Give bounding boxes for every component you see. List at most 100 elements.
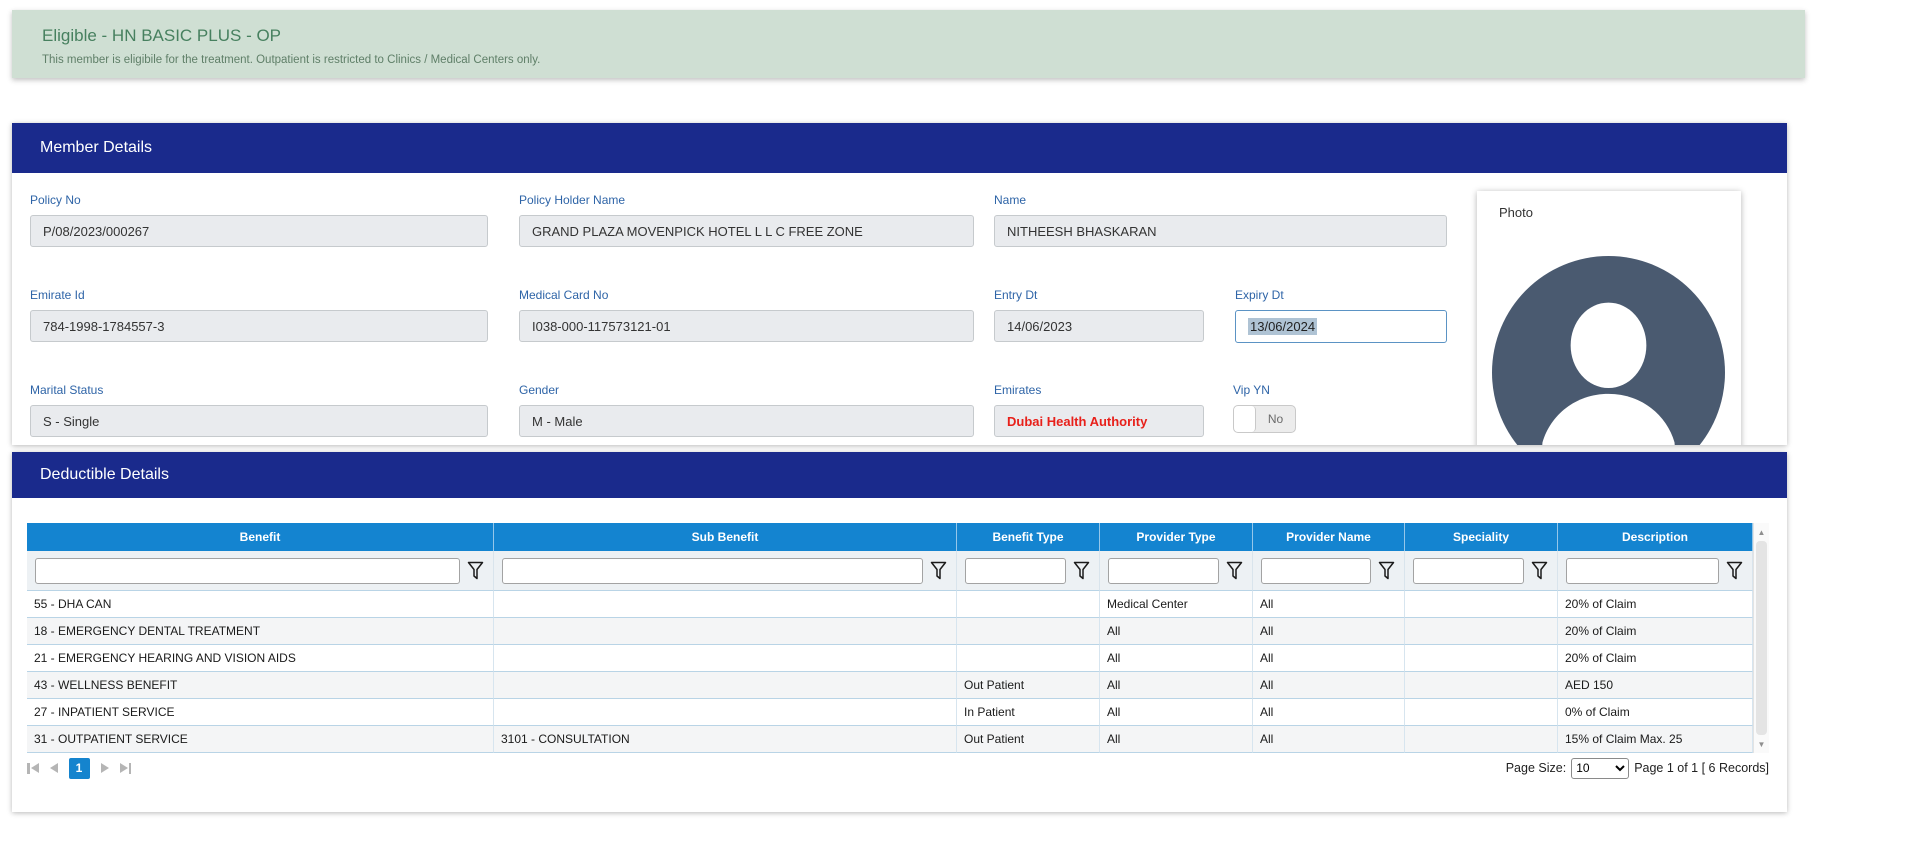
table-cell — [957, 645, 1100, 672]
expiry-dt-selected-text: 13/06/2024 — [1248, 318, 1318, 335]
page: Eligible - HN BASIC PLUS - OP This membe… — [0, 0, 1909, 858]
table-cell — [494, 618, 957, 645]
table-cell: All — [1100, 672, 1253, 699]
filter-cell-benefit-type — [957, 551, 1100, 591]
table-cell — [1405, 726, 1558, 753]
table-cell: In Patient — [957, 699, 1100, 726]
scroll-up-icon[interactable]: ▲ — [1754, 525, 1769, 539]
marital-status-field — [30, 405, 488, 437]
name-label: Name — [994, 193, 1027, 207]
table-cell: 21 - EMERGENCY HEARING AND VISION AIDS — [27, 645, 494, 672]
next-page-icon[interactable] — [100, 763, 109, 773]
table-cell — [957, 591, 1100, 618]
table-row[interactable]: 18 - EMERGENCY DENTAL TREATMENT All All 20%… — [27, 618, 1753, 645]
filter-cell-sub-benefit — [494, 551, 957, 591]
table-cell — [1405, 645, 1558, 672]
table-cell: 15% of Claim Max. 25 — [1558, 726, 1753, 753]
table-row[interactable]: 55 - DHA CAN Medical Center All 20% of Clai… — [27, 591, 1753, 618]
filter-icon[interactable] — [1066, 561, 1096, 581]
filter-input-benefit-type[interactable] — [965, 557, 1066, 584]
table-cell — [1405, 618, 1558, 645]
filter-input-provider-type[interactable] — [1108, 557, 1219, 584]
table-cell: All — [1253, 618, 1405, 645]
policy-holder-name-field — [519, 215, 974, 247]
emirate-id-field — [30, 310, 488, 342]
entry-dt-field — [994, 310, 1204, 342]
table-cell — [1405, 591, 1558, 618]
col-header-provider-type[interactable]: Provider Type — [1100, 523, 1253, 551]
filter-input-sub-benefit[interactable] — [502, 557, 923, 584]
filter-input-description[interactable] — [1566, 557, 1719, 584]
filter-input-provider-name[interactable] — [1261, 557, 1371, 584]
scrollbar-thumb[interactable] — [1756, 541, 1767, 735]
table-cell: 27 - INPATIENT SERVICE — [27, 699, 494, 726]
table-cell: 20% of Claim — [1558, 645, 1753, 672]
filter-cell-benefit — [27, 551, 494, 591]
table-cell — [494, 645, 957, 672]
policy-no-field — [30, 215, 488, 247]
deductible-details-panel: Deductible Details Benefit Sub Benefit Ben… — [12, 452, 1787, 812]
member-details-panel: Member Details Policy No Policy Holder N… — [12, 123, 1787, 445]
filter-cell-description — [1558, 551, 1753, 591]
emirate-id-label: Emirate Id — [30, 288, 85, 302]
prev-page-icon[interactable] — [49, 763, 58, 773]
page-summary: Page 1 of 1 [ 6 Records] — [1634, 761, 1769, 775]
page-number-button[interactable]: 1 — [68, 757, 90, 779]
filter-icon[interactable] — [1524, 561, 1554, 581]
policy-no-label: Policy No — [30, 193, 81, 207]
emirates-field — [994, 405, 1204, 437]
name-field — [994, 215, 1447, 247]
table-row[interactable]: 43 - WELLNESS BENEFIT Out Patient All All AE… — [27, 672, 1753, 699]
col-header-sub-benefit[interactable]: Sub Benefit — [494, 523, 957, 551]
table-scrollbar[interactable]: ▲ ▼ — [1753, 523, 1769, 753]
filter-icon[interactable] — [923, 561, 953, 581]
filter-icon[interactable] — [1371, 561, 1401, 581]
filter-input-speciality[interactable] — [1413, 557, 1524, 584]
filter-input-benefit[interactable] — [35, 557, 460, 584]
vip-yn-label: Vip YN — [1233, 383, 1270, 397]
vip-toggle[interactable]: No — [1233, 405, 1296, 433]
table-cell: 55 - DHA CAN — [27, 591, 494, 618]
eligibility-banner: Eligible - HN BASIC PLUS - OP This membe… — [12, 10, 1805, 78]
entry-dt-label: Entry Dt — [994, 288, 1038, 302]
gender-label: Gender — [519, 383, 560, 397]
filter-icon[interactable] — [460, 561, 490, 581]
table-cell: All — [1100, 726, 1253, 753]
table-filter-row — [27, 551, 1753, 591]
member-details-header: Member Details — [12, 123, 1787, 173]
gender-field — [519, 405, 974, 437]
policy-holder-name-label: Policy Holder Name — [519, 193, 626, 207]
table-cell: All — [1100, 618, 1253, 645]
scroll-down-icon[interactable]: ▼ — [1754, 737, 1769, 751]
filter-cell-provider-name — [1253, 551, 1405, 591]
col-header-benefit[interactable]: Benefit — [27, 523, 494, 551]
first-page-icon[interactable] — [27, 762, 39, 774]
table-cell: Out Patient — [957, 672, 1100, 699]
expiry-dt-field[interactable]: 13/06/2024 — [1235, 310, 1447, 343]
table-cell: All — [1253, 699, 1405, 726]
col-header-description[interactable]: Description — [1558, 523, 1753, 551]
col-header-speciality[interactable]: Speciality — [1405, 523, 1558, 551]
table-cell: 20% of Claim — [1558, 591, 1753, 618]
col-header-benefit-type[interactable]: Benefit Type — [957, 523, 1100, 551]
pagination-bar: 1 Page Size: 10 Page 1 of 1 [ 6 Records] — [27, 754, 1769, 782]
table-cell: All — [1253, 672, 1405, 699]
emirates-label: Emirates — [994, 383, 1042, 397]
photo-label: Photo — [1499, 205, 1533, 220]
page-size-select[interactable]: 10 — [1571, 757, 1630, 779]
filter-icon[interactable] — [1719, 561, 1749, 581]
table-body: 55 - DHA CAN Medical Center All 20% of Clai… — [27, 591, 1753, 753]
table-row[interactable]: 31 - OUTPATIENT SERVICE 3101 - CONSULTATI… — [27, 726, 1753, 753]
filter-cell-provider-type — [1100, 551, 1253, 591]
page-size-label: Page Size: — [1505, 761, 1567, 775]
table-row[interactable]: 21 - EMERGENCY HEARING AND VISION AIDS Al… — [27, 645, 1753, 672]
photo-card: Photo — [1477, 191, 1741, 445]
filter-icon[interactable] — [1219, 561, 1249, 581]
table-cell — [1405, 699, 1558, 726]
table-cell: AED 150 — [1558, 672, 1753, 699]
deductible-table: Benefit Sub Benefit Benefit Type Provider T… — [27, 523, 1753, 753]
toggle-knob-icon — [1234, 406, 1256, 432]
table-row[interactable]: 27 - INPATIENT SERVICE In Patient All All 0%… — [27, 699, 1753, 726]
col-header-provider-name[interactable]: Provider Name — [1253, 523, 1405, 551]
last-page-icon[interactable] — [119, 762, 131, 774]
